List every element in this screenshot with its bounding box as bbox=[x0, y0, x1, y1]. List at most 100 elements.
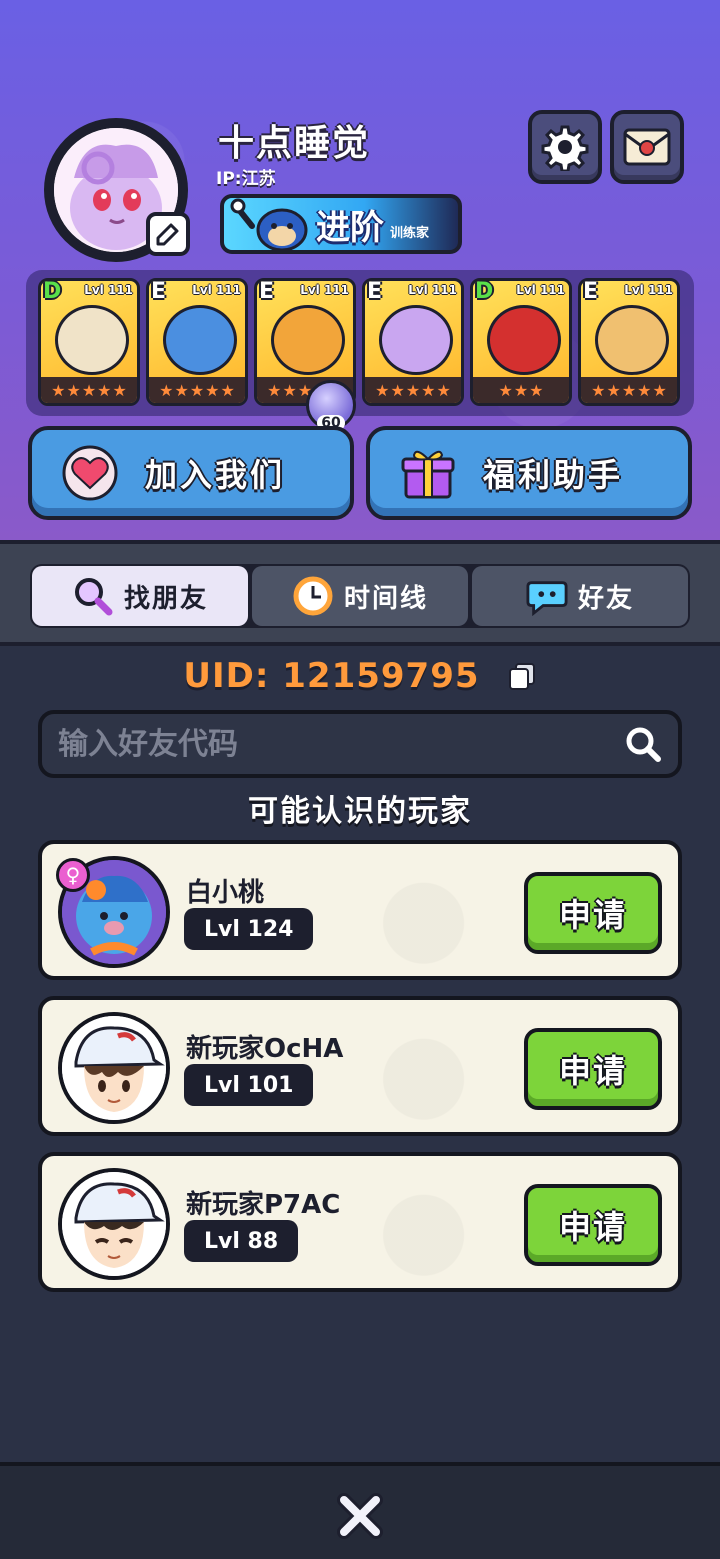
star-icon: ★ bbox=[591, 380, 606, 400]
monster-grade: E bbox=[259, 279, 275, 304]
star-icon: ★ bbox=[421, 380, 436, 400]
tab-bar: 找朋友 时间线 好友 bbox=[30, 564, 690, 628]
tab-timeline[interactable]: 时间线 bbox=[252, 566, 468, 626]
advance-trainer-badge[interactable]: 进阶 训练家 bbox=[220, 194, 462, 254]
tab-find-friends-label: 找朋友 bbox=[123, 583, 208, 614]
mail-button[interactable] bbox=[610, 110, 684, 184]
gift-icon bbox=[398, 443, 458, 503]
star-rating: ★★★★★ bbox=[41, 377, 137, 403]
star-rating: ★★★★★ bbox=[581, 377, 677, 403]
star-icon: ★ bbox=[282, 380, 297, 400]
search-icon[interactable] bbox=[618, 719, 668, 769]
magnifier-icon bbox=[72, 575, 114, 617]
star-icon: ★ bbox=[405, 380, 421, 400]
list-item: 新玩家P7AC Lvl 88 申请 bbox=[38, 1152, 682, 1292]
star-icon: ★ bbox=[390, 380, 405, 400]
friend-code-input[interactable] bbox=[42, 726, 618, 762]
ip-location: IP:江苏 bbox=[216, 169, 276, 189]
gem-counter[interactable]: 60 bbox=[306, 380, 356, 431]
team-monster-card[interactable]: D Lvl 111 ★ ★ ★ ★ ★ bbox=[38, 278, 140, 406]
copy-icon[interactable] bbox=[507, 661, 537, 691]
monster-portrait bbox=[487, 305, 561, 375]
player-avatar[interactable] bbox=[58, 1012, 170, 1124]
welfare-helper-label: 福利助手 bbox=[482, 456, 623, 494]
profile-header: 十点睡觉 IP:江苏 进阶 训练家 D Lvl 111 ★ ★ ★ ★ ★ E … bbox=[0, 0, 720, 540]
player-name: 新玩家OcHA bbox=[186, 1034, 344, 1064]
team-lineup: DLvl 111★★★★★ELvl 111★★★★★ELvl 111★★★★★E… bbox=[26, 270, 694, 416]
monster-level: Lvl 111 bbox=[192, 283, 241, 297]
star-icon: ★ bbox=[97, 380, 112, 400]
uid-row: UID: 12159795 bbox=[0, 656, 720, 696]
suggested-player-list: ♀ 白小桃 Lvl 124 申请 新玩家OcHA Lvl 101 申请 新玩家P… bbox=[38, 840, 682, 1308]
female-icon: ♀ bbox=[56, 858, 90, 892]
monster-grade: D bbox=[475, 279, 494, 304]
clock-icon bbox=[292, 575, 334, 617]
trainer-mascot-icon bbox=[224, 198, 316, 250]
tab-bar-section: 找朋友 时间线 好友 bbox=[0, 540, 720, 646]
star-rating: ★★★★★ bbox=[149, 377, 245, 403]
mail-envelope-icon bbox=[623, 128, 671, 166]
join-us-label: 加入我们 bbox=[144, 456, 285, 494]
star-icon: ★ bbox=[652, 380, 667, 400]
star-icon: ★ bbox=[498, 380, 513, 400]
player-level: Lvl 88 bbox=[184, 1220, 299, 1262]
suggested-players-title: 可能认识的玩家 bbox=[248, 794, 472, 829]
star-icon: ★ bbox=[220, 380, 235, 400]
join-us-button[interactable]: 加入我们 bbox=[28, 426, 354, 520]
star-icon: ★ bbox=[81, 380, 97, 400]
chat-face-icon bbox=[526, 575, 568, 617]
tab-friends-label: 好友 bbox=[577, 583, 634, 614]
star-icon: ★ bbox=[189, 380, 205, 400]
star-icon: ★ bbox=[174, 380, 189, 400]
star-icon: ★ bbox=[436, 380, 451, 400]
monster-level: Lvl 111 bbox=[516, 283, 565, 297]
apply-button[interactable]: 申请 bbox=[524, 872, 662, 954]
star-icon: ★ bbox=[637, 380, 652, 400]
monster-level: Lvl 111 bbox=[84, 283, 133, 297]
player-name: 白小桃 bbox=[186, 878, 265, 908]
advance-label: 进阶 bbox=[316, 207, 384, 248]
friend-code-search bbox=[38, 710, 682, 778]
team-monster-card[interactable]: ELvl 111★★★★★ bbox=[362, 278, 464, 406]
list-item: 新玩家OcHA Lvl 101 申请 bbox=[38, 996, 682, 1136]
star-icon: ★ bbox=[159, 380, 174, 400]
monster-grade: E bbox=[367, 279, 383, 304]
monster-grade: E bbox=[151, 279, 167, 304]
star-icon: ★ bbox=[51, 380, 66, 400]
star-rating: ★ ★ ★ bbox=[473, 377, 569, 403]
star-icon: ★ bbox=[112, 380, 127, 400]
tab-find-friends[interactable]: 找朋友 bbox=[32, 566, 248, 626]
monster-grade: D bbox=[43, 279, 62, 304]
star-icon: ★ bbox=[621, 380, 637, 400]
tab-timeline-label: 时间线 bbox=[343, 583, 428, 614]
edit-avatar-icon[interactable] bbox=[146, 212, 190, 256]
team-monster-card[interactable]: ELvl 111★★★★★ bbox=[578, 278, 680, 406]
star-icon: ★ bbox=[513, 380, 529, 400]
player-level: Lvl 124 bbox=[184, 908, 314, 950]
list-item: ♀ 白小桃 Lvl 124 申请 bbox=[38, 840, 682, 980]
advance-sublabel: 训练家 bbox=[390, 225, 430, 241]
monster-grade: E bbox=[583, 279, 599, 304]
player-level: Lvl 101 bbox=[184, 1064, 314, 1106]
player-name: 新玩家P7AC bbox=[186, 1190, 341, 1220]
star-icon: ★ bbox=[375, 380, 390, 400]
team-monster-card[interactable]: D Lvl 111 ★ ★ ★ bbox=[470, 278, 572, 406]
close-icon[interactable] bbox=[332, 1488, 388, 1544]
tab-friends[interactable]: 好友 bbox=[472, 566, 688, 626]
monster-portrait bbox=[379, 305, 453, 375]
monster-portrait bbox=[271, 305, 345, 375]
welfare-helper-button[interactable]: 福利助手 bbox=[366, 426, 692, 520]
star-rating: ★★★★★ bbox=[365, 377, 461, 403]
team-monster-card[interactable]: E Lvl 111 ★★★★★ bbox=[146, 278, 248, 406]
star-icon: ★ bbox=[529, 380, 544, 400]
monster-level: Lvl 111 bbox=[408, 283, 457, 297]
apply-button[interactable]: 申请 bbox=[524, 1184, 662, 1266]
monster-portrait bbox=[163, 305, 237, 375]
star-icon: ★ bbox=[66, 380, 81, 400]
uid-value: UID: 12159795 bbox=[183, 656, 480, 696]
player-avatar[interactable] bbox=[58, 1168, 170, 1280]
apply-button[interactable]: 申请 bbox=[524, 1028, 662, 1110]
monster-level: Lvl 111 bbox=[300, 283, 349, 297]
settings-button[interactable] bbox=[528, 110, 602, 184]
star-icon: ★ bbox=[267, 380, 282, 400]
